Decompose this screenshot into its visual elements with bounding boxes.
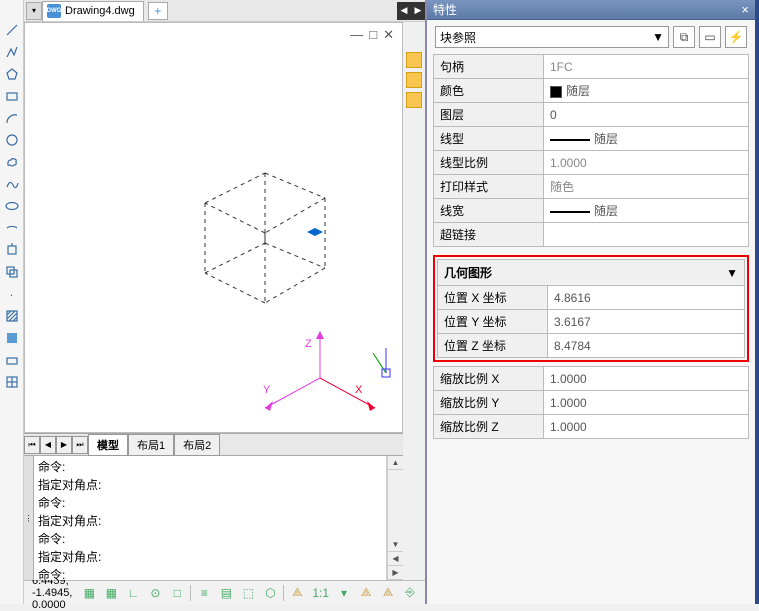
tab-list-dropdown[interactable]: ▾ (26, 2, 42, 20)
layout-next[interactable]: ▶ (56, 436, 72, 454)
spline-tool[interactable] (4, 176, 20, 192)
polyline-tool[interactable] (4, 44, 20, 60)
annotation-scale[interactable]: 1:1 (310, 584, 331, 602)
file-tab-label: Drawing4.dwg (65, 5, 135, 17)
gradient-tool[interactable] (4, 330, 20, 346)
selection-cycle[interactable]: ⬚ (239, 584, 257, 602)
circle-tool[interactable] (4, 132, 20, 148)
layout-last[interactable]: ⏭ (72, 436, 88, 454)
prop-handle-value[interactable]: 1FC (544, 55, 749, 79)
ucs-y-label: Y (263, 384, 271, 396)
select-objects[interactable]: ▭ (699, 26, 721, 48)
arc-tool[interactable] (4, 110, 20, 126)
osnap-toggle[interactable]: □ (168, 584, 186, 602)
layout-first[interactable]: ⏮ (24, 436, 40, 454)
view-tool-2[interactable] (406, 72, 422, 88)
view-tool-1[interactable] (406, 52, 422, 68)
tab-scroll-left[interactable]: ◀ (397, 2, 411, 20)
isolate-objects[interactable]: ⟁ (379, 584, 397, 602)
new-tab-button[interactable]: + (148, 2, 168, 20)
geometry-scale: 缩放比例 X1.0000 缩放比例 Y1.0000 缩放比例 Z1.0000 (433, 366, 749, 439)
quick-select[interactable]: ⚡ (725, 26, 747, 48)
file-tab[interactable]: DWG Drawing4.dwg (42, 1, 144, 21)
selection-grip[interactable] (307, 228, 323, 236)
maximize-viewport[interactable]: □ (369, 27, 377, 43)
point-tool[interactable]: · (4, 286, 20, 302)
transparency-toggle[interactable]: ▤ (217, 584, 235, 602)
close-viewport[interactable]: ✕ (383, 27, 394, 43)
layout-tab-model[interactable]: 模型 (88, 434, 128, 456)
ucs-z-label: Z (305, 338, 312, 350)
properties-close[interactable]: × (741, 2, 749, 17)
workspace-switch[interactable]: ⟁ (357, 584, 375, 602)
prop-layer-value[interactable]: 0 (544, 103, 749, 127)
hardware-accel[interactable]: ⎆ (401, 584, 419, 602)
geometry-section-header[interactable]: 几何图形▼ (437, 259, 745, 285)
snap-toggle[interactable]: ▦ (102, 584, 120, 602)
command-handle[interactable]: ⋮ (24, 456, 34, 580)
tab-scroll-right[interactable]: ▶ (411, 2, 425, 20)
geometry-highlight-box: 几何图形▼ 位置 X 坐标4.8616 位置 Y 坐标3.6167 位置 Z 坐… (433, 255, 749, 362)
make-block-tool[interactable] (4, 264, 20, 280)
prop-pos-z-value[interactable]: 8.4784 (548, 334, 745, 358)
ortho-toggle[interactable]: ∟ (124, 584, 142, 602)
object-type-selector[interactable]: 块参照▼ (435, 26, 669, 48)
prop-plotstyle-value[interactable]: 随色 (544, 175, 749, 199)
dwg-icon: DWG (47, 4, 61, 18)
dynamic-ucs[interactable]: ⬡ (261, 584, 279, 602)
command-window: ⋮ 命令: 指定对角点: 命令: 指定对角点: 命令: 指定对角点: 命令: ▲… (24, 455, 403, 580)
insert-block-tool[interactable] (4, 242, 20, 258)
view-tool-3[interactable] (406, 92, 422, 108)
properties-panel: 特性 × 块参照▼ ⧉ ▭ ⚡ 句柄1FC 颜色随层 图层0 线型随层 线型比例… (425, 0, 755, 604)
ucs-x-label: X (355, 384, 363, 396)
prop-lineweight-value[interactable]: 随层 (544, 199, 749, 223)
properties-title: 特性 (433, 1, 457, 18)
ucs-mini-icon (368, 343, 394, 383)
minimize-viewport[interactable]: — (350, 27, 363, 43)
layout-tab-layout1[interactable]: 布局1 (128, 434, 174, 456)
lineweight-toggle[interactable]: ≡ (195, 584, 213, 602)
status-bar: 6.4459, -1.4945, 0.0000 ▦ ▦ ∟ ⊙ □ ≡ ▤ ⬚ … (24, 580, 425, 604)
prop-linetype-value[interactable]: 随层 (544, 127, 749, 151)
revcloud-tool[interactable] (4, 154, 20, 170)
drawing-canvas[interactable]: — □ ✕ (24, 22, 403, 433)
cube-wireframe (185, 143, 345, 313)
rectangle-tool[interactable] (4, 88, 20, 104)
right-dock-edge[interactable] (755, 0, 759, 604)
view-toolbar (403, 22, 425, 580)
command-scrollbar[interactable]: ▲▼◀▶ (387, 456, 403, 580)
prop-ltscale-value[interactable]: 1.0000 (544, 151, 749, 175)
polygon-tool[interactable] (4, 66, 20, 82)
hatch-tool[interactable] (4, 308, 20, 324)
grid-toggle[interactable]: ▦ (80, 584, 98, 602)
prop-scale-z-value[interactable]: 1.0000 (544, 415, 749, 439)
annotation-dropdown[interactable]: ▾ (335, 584, 353, 602)
prop-scale-y-value[interactable]: 1.0000 (544, 391, 749, 415)
line-tool[interactable] (4, 22, 20, 38)
layout-prev[interactable]: ◀ (40, 436, 56, 454)
prop-pos-x-value[interactable]: 4.8616 (548, 286, 745, 310)
prop-color-value[interactable]: 随层 (544, 79, 749, 103)
region-tool[interactable] (4, 352, 20, 368)
prop-scale-x-value[interactable]: 1.0000 (544, 367, 749, 391)
general-properties: 句柄1FC 颜色随层 图层0 线型随层 线型比例1.0000 打印样式随色 线宽… (433, 54, 749, 247)
workspace-icon[interactable]: ⟁ (288, 584, 306, 602)
polar-toggle[interactable]: ⊙ (146, 584, 164, 602)
table-tool[interactable] (4, 374, 20, 390)
layout-tabs: ⏮ ◀ ▶ ⏭ 模型 布局1 布局2 (24, 433, 403, 455)
document-tabbar: ▾ DWG Drawing4.dwg + ◀ ▶ (24, 0, 425, 22)
draw-toolbar: · (0, 0, 24, 604)
toggle-pickadd[interactable]: ⧉ (673, 26, 695, 48)
ellipse-arc-tool[interactable] (4, 220, 20, 236)
prop-hyperlink-value[interactable] (544, 223, 749, 247)
layout-tab-layout2[interactable]: 布局2 (174, 434, 220, 456)
geometry-position: 位置 X 坐标4.8616 位置 Y 坐标3.6167 位置 Z 坐标8.478… (437, 285, 745, 358)
ellipse-tool[interactable] (4, 198, 20, 214)
prop-pos-y-value[interactable]: 3.6167 (548, 310, 745, 334)
command-history[interactable]: 命令: 指定对角点: 命令: 指定对角点: 命令: 指定对角点: 命令: (34, 456, 387, 580)
